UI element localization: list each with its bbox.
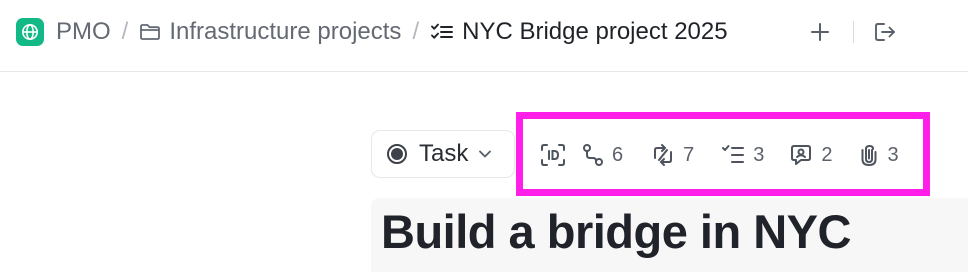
checklist-icon (430, 22, 454, 42)
breadcrumb-separator: / (412, 18, 420, 45)
comments-button[interactable]: 2 (789, 136, 833, 174)
breadcrumb-space[interactable]: PMO (56, 18, 111, 46)
plus-icon[interactable] (805, 17, 835, 47)
breadcrumb: PMO / Infrastructure projects / NYC Brid… (16, 14, 728, 50)
breadcrumb-bar: PMO / Infrastructure projects / NYC Brid… (0, 0, 968, 72)
breadcrumb-separator: / (121, 18, 129, 45)
divider (853, 21, 854, 43)
route-icon (582, 143, 604, 167)
dependencies-button[interactable]: 6 (582, 136, 623, 174)
checklist-count: 3 (753, 143, 765, 166)
task-type-dropdown[interactable]: Task (371, 130, 515, 178)
attachments-count: 3 (887, 143, 899, 166)
comment-icon (789, 143, 813, 167)
checklist-icon (721, 144, 745, 166)
attachment-icon (858, 143, 880, 167)
globe-icon[interactable] (16, 18, 44, 46)
task-title: Build a bridge in NYC (381, 205, 851, 258)
task-status-icon (387, 144, 407, 164)
dependencies-count: 6 (612, 143, 624, 166)
relationships-button[interactable]: 7 (651, 136, 694, 174)
breadcrumb-list[interactable]: NYC Bridge project 2025 (462, 18, 727, 46)
attachments-button[interactable]: 3 (858, 136, 899, 174)
breadcrumb-folder[interactable]: Infrastructure projects (169, 18, 401, 46)
exit-icon[interactable] (870, 17, 900, 47)
task-meta-row: 6 7 3 2 3 (540, 136, 899, 174)
task-id-button[interactable] (540, 136, 566, 174)
task-type-label: Task (419, 140, 469, 167)
chevron-down-icon (478, 149, 492, 159)
relationships-count: 7 (683, 143, 695, 166)
task-title-field[interactable]: Build a bridge in NYC (371, 198, 968, 272)
comments-count: 2 (821, 143, 833, 166)
folder-icon (139, 22, 161, 42)
checklist-button[interactable]: 3 (721, 136, 764, 174)
top-actions (805, 14, 900, 50)
relationships-icon (651, 143, 675, 167)
id-icon (540, 143, 566, 167)
